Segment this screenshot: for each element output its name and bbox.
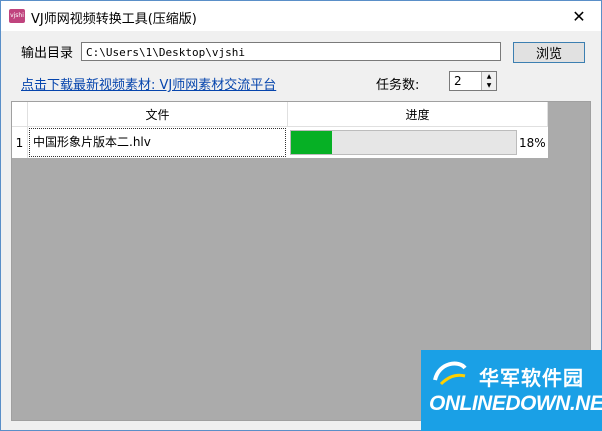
watermark-logo: 华军软件园 ONLINEDOWN.NET xyxy=(421,350,602,431)
row-index: 1 xyxy=(12,127,28,158)
close-button[interactable]: ✕ xyxy=(557,1,601,31)
output-path-input[interactable]: C:\Users\1\Desktop\vjshi xyxy=(81,42,501,61)
watermark-swirl-icon xyxy=(433,361,467,386)
grid-content: 文件 进度 1 中国形象片版本二.hlv 18% xyxy=(12,102,548,158)
stepper-down-icon[interactable]: ▼ xyxy=(481,81,496,90)
progress-cell xyxy=(288,127,548,158)
title-bar: vjshi VJ师网视频转换工具(压缩版) ✕ xyxy=(1,1,601,31)
task-count-stepper[interactable]: 2 ▲ ▼ xyxy=(449,71,497,91)
window-title: VJ师网视频转换工具(压缩版) xyxy=(31,12,197,27)
progress-bar xyxy=(290,130,517,155)
browse-button[interactable]: 浏览 xyxy=(513,42,585,63)
file-cell[interactable]: 中国形象片版本二.hlv xyxy=(29,128,286,157)
progress-percent: 18% xyxy=(519,136,546,150)
app-logo-icon: vjshi xyxy=(9,9,25,23)
download-materials-link[interactable]: 点击下载最新视频素材: VJ师网素材交流平台 xyxy=(21,74,276,93)
task-count-label: 任务数: xyxy=(376,78,420,93)
output-dir-label: 输出目录 xyxy=(21,46,74,61)
column-header-progress[interactable]: 进度 xyxy=(288,102,548,127)
task-count-value[interactable]: 2 xyxy=(454,74,462,88)
column-header-file[interactable]: 文件 xyxy=(28,102,288,127)
watermark-en-text: ONLINEDOWN.NET xyxy=(429,392,602,415)
grid-corner xyxy=(12,102,28,127)
watermark-cn-text: 华军软件园 xyxy=(479,366,584,390)
progress-fill xyxy=(291,131,332,154)
